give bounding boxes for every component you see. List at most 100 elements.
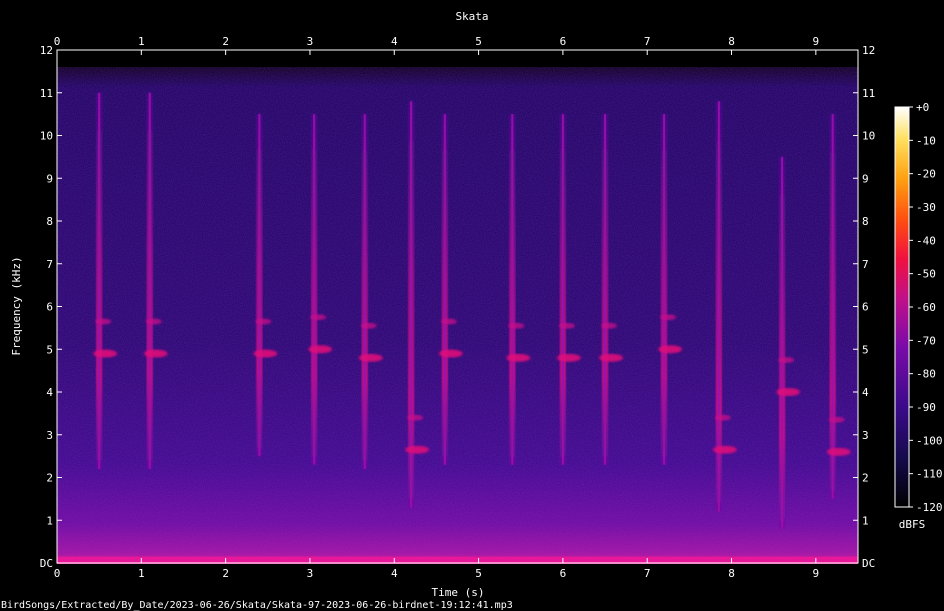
y-axis-label: Frequency (kHz) (10, 256, 23, 355)
x-tick-label-top: 5 (475, 35, 482, 48)
y-tick-label-right: 9 (862, 172, 869, 185)
colorbar-tick-label: -80 (916, 368, 936, 381)
call-peak (358, 353, 383, 362)
y-tick-label-right: 10 (862, 130, 875, 143)
spectrogram-plot (57, 50, 858, 564)
y-tick-label: 12 (40, 44, 53, 57)
x-tick-label-top: 3 (307, 35, 314, 48)
call-peak (93, 349, 118, 358)
call-peak (143, 349, 168, 358)
y-tick-label-right: DC (862, 557, 875, 570)
call-core (561, 114, 564, 465)
y-tick-label-right: 11 (862, 87, 875, 100)
x-tick-label: 4 (391, 567, 398, 580)
y-tick-label-right: 7 (862, 258, 869, 271)
call-core (604, 114, 607, 465)
colorbar-gradient (894, 106, 910, 508)
call-peak (712, 445, 737, 454)
x-tick-label: 9 (813, 567, 820, 580)
x-tick-label: 7 (644, 567, 651, 580)
call-peak (826, 447, 851, 456)
colorbar-tick-label: -70 (916, 334, 936, 347)
call-peak (658, 345, 683, 354)
call-harmonic (440, 318, 457, 325)
y-tick-label: DC (40, 557, 53, 570)
call-core (363, 114, 366, 469)
x-tick-label: 1 (138, 567, 145, 580)
call-harmonic (255, 318, 272, 325)
y-tick-label: 8 (46, 215, 53, 228)
x-tick-label-top: 6 (560, 35, 567, 48)
call-core (313, 114, 316, 465)
y-tick-label-right: 3 (862, 429, 869, 442)
y-tick-label: 4 (46, 386, 53, 399)
x-tick-label: 2 (222, 567, 229, 580)
x-tick-label-top: 0 (54, 35, 61, 48)
x-tick-label-top: 1 (138, 35, 145, 48)
y-tick-label: 9 (46, 172, 53, 185)
x-tick-label: 8 (728, 567, 735, 580)
noise-texture (57, 67, 858, 563)
call-harmonic (310, 314, 327, 321)
call-core (511, 114, 514, 465)
x-tick-label-top: 7 (644, 35, 651, 48)
y-tick-label: 2 (46, 472, 53, 485)
colorbar-tick-label: -110 (916, 468, 943, 481)
x-tick-label-top: 9 (813, 35, 820, 48)
y-tick-label: 5 (46, 343, 53, 356)
call-peak (438, 349, 463, 358)
call-harmonic (95, 318, 112, 325)
file-path: BirdSongs/Extracted/By_Date/2023-06-26/S… (1, 600, 513, 611)
call-peak (776, 388, 801, 396)
x-tick-label: 5 (475, 567, 482, 580)
y-tick-label: 6 (46, 301, 53, 314)
colorbar-tick-label: -50 (916, 268, 936, 281)
colorbar-tick-label: -120 (916, 501, 943, 514)
y-tick-label-right: 6 (862, 301, 869, 314)
y-tick-label: 1 (46, 514, 53, 527)
x-tick-label-top: 8 (728, 35, 735, 48)
y-tick-label: 3 (46, 429, 53, 442)
call-peak (405, 445, 430, 454)
call-core (443, 114, 446, 465)
x-tick-label: 3 (307, 567, 314, 580)
colorbar-tick-label: -40 (916, 234, 936, 247)
call-harmonic (778, 356, 795, 363)
call-harmonic (558, 322, 575, 329)
call-harmonic (660, 314, 677, 321)
call-core (148, 92, 151, 469)
colorbar-tick-label: -20 (916, 168, 936, 181)
y-tick-label: 11 (40, 87, 53, 100)
call-harmonic (360, 322, 377, 329)
colorbar-tick-label: +0 (916, 101, 929, 114)
spectrogram-chart: 00112233445566778899DC DC1 12 23 34 45 56 67 78 8… (1, 10, 943, 611)
call-peak (308, 345, 333, 354)
x-tick-label: 0 (54, 567, 61, 580)
colorbar-tick-label: -100 (916, 434, 943, 447)
x-tick-label-top: 2 (222, 35, 229, 48)
y-tick-label-right: 1 (862, 514, 869, 527)
call-peak (506, 353, 531, 362)
call-core (663, 114, 666, 465)
y-tick-label: 10 (40, 130, 53, 143)
call-core (98, 92, 101, 469)
y-tick-label-right: 8 (862, 215, 869, 228)
call-harmonic (714, 414, 731, 421)
y-tick-label: 7 (46, 258, 53, 271)
colorbar-tick-label: -30 (916, 201, 936, 214)
call-peak (599, 353, 624, 362)
call-harmonic (601, 322, 618, 329)
x-tick-label: 6 (560, 567, 567, 580)
call-peak (253, 349, 278, 358)
call-harmonic (145, 318, 162, 325)
colorbar-label: dBFS (899, 518, 926, 531)
call-core (831, 114, 834, 499)
y-tick-label-right: 12 (862, 44, 875, 57)
call-peak (556, 353, 581, 362)
y-tick-label-right: 4 (862, 386, 869, 399)
colorbar-tick-label: -10 (916, 134, 936, 147)
call-core (258, 114, 261, 457)
call-core (781, 156, 784, 529)
y-tick-label-right: 5 (862, 343, 869, 356)
colorbar-tick-label: -90 (916, 401, 936, 414)
